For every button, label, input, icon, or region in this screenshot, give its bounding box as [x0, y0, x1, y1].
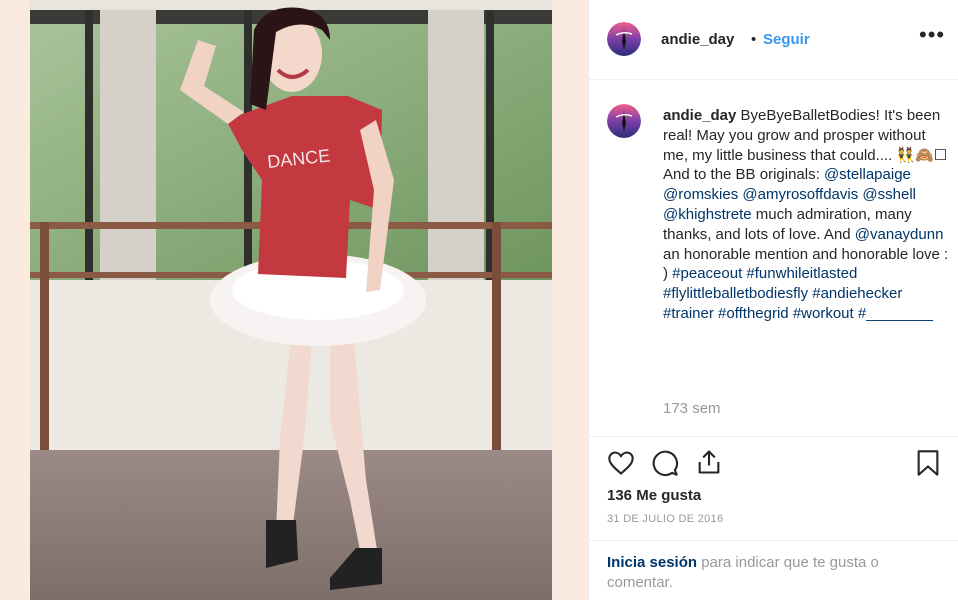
caption-text: andie_day ByeByeBalletBodies! It's been …	[663, 106, 949, 324]
login-prompt-text: Inicia sesión para indicar que te gusta …	[607, 553, 937, 593]
hashtag-link[interactable]: #________	[858, 305, 933, 322]
hashtag-link[interactable]: #trainer	[663, 305, 714, 322]
heart-icon[interactable]	[607, 449, 635, 477]
post-details-panel: andie_day • Seguir ••• andie_day ByeByeB…	[588, 0, 958, 600]
hashtag-link[interactable]: #workout	[793, 305, 854, 322]
avatar[interactable]	[607, 22, 641, 56]
likes-count[interactable]: 136 Me gusta	[607, 487, 701, 504]
dancer-photo-illustration: DANCE	[30, 0, 552, 600]
caption-avatar[interactable]	[607, 104, 641, 138]
separator-dot: •	[751, 31, 757, 48]
post-header: andie_day • Seguir •••	[589, 0, 958, 80]
caption-username[interactable]: andie_day	[663, 107, 736, 124]
login-prompt: Inicia sesión para indicar que te gusta …	[589, 540, 958, 600]
follow-button[interactable]: Seguir	[763, 31, 810, 48]
hashtag-link[interactable]: #funwhileitlasted	[746, 265, 857, 282]
bookmark-icon[interactable]	[915, 449, 941, 477]
more-options-icon[interactable]: •••	[919, 22, 945, 48]
hashtag-link[interactable]: #offthegrid	[718, 305, 789, 322]
post-image-area: DANCE	[0, 0, 588, 600]
hashtag-link[interactable]: #flylittleballetbodiesfly	[663, 285, 808, 302]
post-date: 31 DE JULIO DE 2016	[607, 513, 724, 525]
post-actions: 136 Me gusta 31 DE JULIO DE 2016	[589, 436, 958, 540]
comment-icon[interactable]	[651, 449, 679, 477]
post-photo[interactable]: DANCE	[30, 0, 552, 600]
post-age[interactable]: 173 sem	[663, 400, 721, 417]
mention-link[interactable]: @khighstrete	[663, 206, 752, 223]
hashtag-link[interactable]: #andiehecker	[812, 285, 902, 302]
avatar-image	[607, 104, 641, 138]
login-link[interactable]: Inicia sesión	[607, 554, 697, 571]
hashtag-link[interactable]: #peaceout	[672, 265, 742, 282]
avatar-image	[607, 22, 641, 56]
mention-link[interactable]: @amyrosoffdavis	[742, 186, 858, 203]
share-icon[interactable]	[695, 448, 723, 476]
mention-link[interactable]: @romskies	[663, 186, 738, 203]
mention-link[interactable]: @vanaydunn	[855, 226, 944, 243]
mention-link[interactable]: @stellapaige	[824, 166, 911, 183]
mention-link[interactable]: @sshell	[862, 186, 916, 203]
caption-section: andie_day ByeByeBalletBodies! It's been …	[589, 80, 958, 436]
header-username[interactable]: andie_day	[661, 31, 734, 48]
